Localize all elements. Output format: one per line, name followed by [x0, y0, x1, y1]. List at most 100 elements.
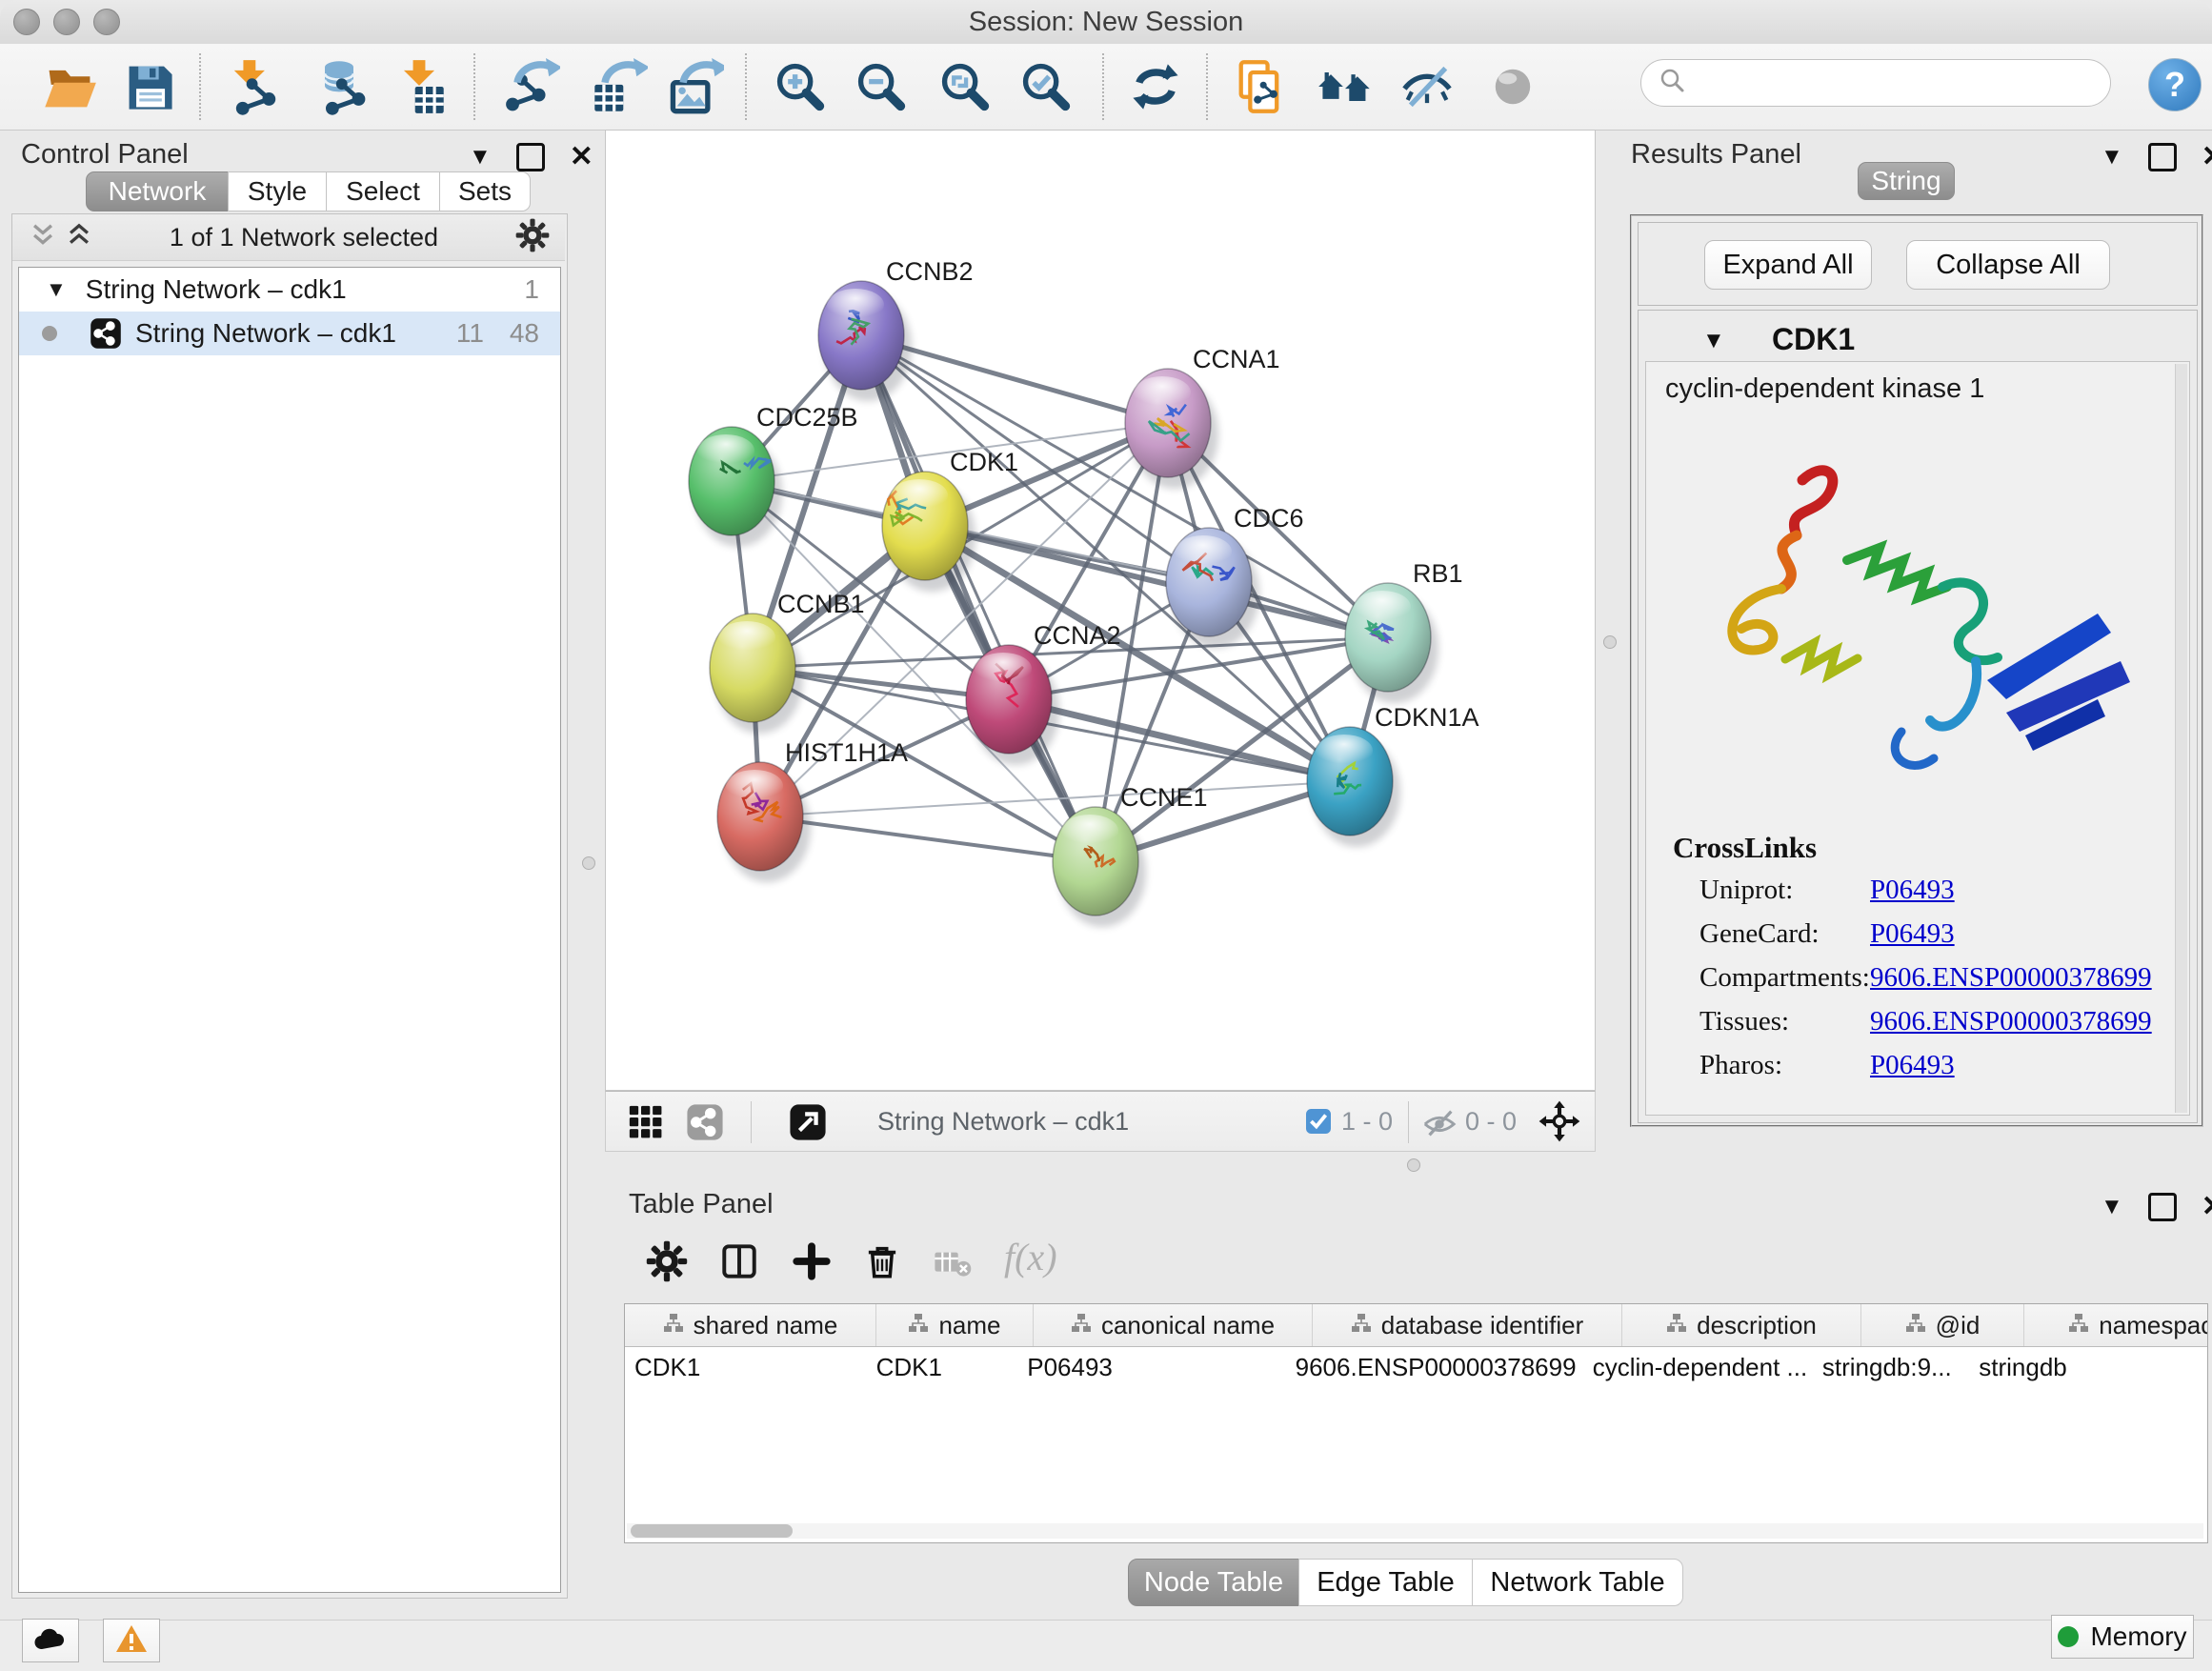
network-status-dot — [42, 326, 57, 341]
column-header-description[interactable]: description — [1622, 1304, 1861, 1346]
network-view-title: String Network – cdk1 — [877, 1107, 1129, 1137]
network-node-ccna2[interactable]: CCNA2 — [966, 621, 1121, 765]
network-label: String Network – cdk1 — [135, 318, 396, 349]
export-image-icon[interactable] — [667, 58, 724, 115]
table-row[interactable]: CDK1CDK1P064939606.ENSP00000378699cyclin… — [625, 1346, 2207, 1386]
collapse-all-chevrons-icon[interactable] — [30, 222, 56, 253]
panel-menu-icon[interactable]: ▼ — [2101, 144, 2123, 171]
node-table[interactable]: shared namenamecanonical namedatabase id… — [624, 1303, 2208, 1543]
panel-close-icon[interactable]: ✕ — [570, 146, 593, 169]
results-panel-controls: ▼ ✕ — [2101, 143, 2212, 171]
network-row-selected[interactable]: String Network – cdk1 11 48 — [19, 312, 560, 355]
column-header-name[interactable]: name — [876, 1304, 1034, 1346]
panel-float-icon[interactable] — [2148, 1193, 2177, 1221]
crosslink-link[interactable]: P06493 — [1870, 918, 1955, 950]
selected-checkbox-icon[interactable] — [1306, 1109, 1331, 1134]
column-header-canonical-name[interactable]: canonical name — [1034, 1304, 1313, 1346]
column-type-icon — [1071, 1311, 1092, 1340]
control-panel-title: Control Panel — [21, 139, 189, 171]
gear-icon[interactable] — [515, 218, 550, 257]
import-table-icon[interactable] — [391, 58, 448, 115]
tab-network[interactable]: Network — [86, 171, 229, 211]
expand-all-button[interactable]: Expand All — [1704, 240, 1872, 290]
zoom-in-icon[interactable] — [772, 58, 829, 115]
toolbar-separator — [745, 53, 747, 120]
tree-collapse-icon[interactable]: ▼ — [46, 277, 67, 302]
open-in-window-icon[interactable] — [789, 1103, 827, 1141]
network-node-ccna1[interactable]: CCNA1 — [1125, 345, 1280, 489]
table-horizontal-scrollbar[interactable] — [627, 1523, 2203, 1539]
crosslink-link[interactable]: P06493 — [1870, 1050, 1955, 1081]
panel-close-icon[interactable]: ✕ — [2202, 146, 2212, 169]
panel-float-icon[interactable] — [2148, 143, 2177, 171]
table-cell: cyclin-dependent ... — [1583, 1346, 1813, 1386]
network-canvas[interactable]: CCNB2 CCNA1 CDC25B CDK1 CDC6 — [605, 130, 1596, 1091]
open-session-icon[interactable] — [41, 58, 98, 115]
crosslink-link[interactable]: 9606.ENSP00000378699 — [1870, 1006, 2152, 1037]
tab-style[interactable]: Style — [228, 171, 327, 211]
column-header-@id[interactable]: @id — [1861, 1304, 2024, 1346]
column-header-namespace[interactable]: namespace — [2024, 1304, 2208, 1346]
horizontal-splitter-handle[interactable] — [1407, 1158, 1420, 1172]
column-header-database-identifier[interactable]: database identifier — [1313, 1304, 1622, 1346]
refresh-layout-icon[interactable] — [1127, 58, 1184, 115]
import-network-database-icon[interactable] — [311, 58, 368, 115]
export-table-icon[interactable] — [591, 58, 648, 115]
network-node-ccnb1[interactable]: CCNB1 — [710, 590, 865, 734]
save-session-icon[interactable] — [121, 58, 178, 115]
network-thumbnail-icon[interactable] — [686, 1103, 724, 1141]
grid-view-icon[interactable] — [627, 1103, 665, 1141]
memory-button[interactable]: Memory — [2051, 1615, 2194, 1659]
tab-node-table[interactable]: Node Table — [1128, 1559, 1299, 1606]
tab-select[interactable]: Select — [326, 171, 440, 211]
panel-menu-icon[interactable]: ▼ — [469, 144, 492, 171]
show-all-icon[interactable] — [1484, 58, 1541, 115]
add-column-icon[interactable] — [791, 1240, 833, 1282]
network-node-rb1[interactable]: RB1 — [1345, 559, 1463, 703]
pan-crosshair-icon[interactable] — [1538, 1099, 1581, 1148]
column-type-icon — [1666, 1311, 1687, 1340]
scrollbar-thumb[interactable] — [631, 1524, 793, 1538]
network-node-ccnb2[interactable]: CCNB2 — [818, 257, 974, 401]
network-node-cdkn1a[interactable]: CDKN1A — [1307, 703, 1479, 847]
node-label: CCNE1 — [1120, 783, 1208, 812]
warnings-button[interactable] — [103, 1619, 160, 1662]
zoom-fit-icon[interactable] — [936, 58, 994, 115]
panel-close-icon[interactable]: ✕ — [2202, 1196, 2212, 1218]
export-network-icon[interactable] — [503, 58, 560, 115]
vertical-splitter-handle[interactable] — [582, 856, 595, 870]
expand-all-chevrons-icon[interactable] — [66, 222, 92, 253]
neighbors-houses-icon[interactable] — [1317, 58, 1374, 115]
string-document-icon[interactable] — [1231, 58, 1288, 115]
search-input[interactable] — [1640, 59, 2111, 107]
section-collapse-icon[interactable]: ▼ — [1702, 328, 1725, 354]
results-tab-string[interactable]: String — [1858, 162, 1955, 200]
delete-column-trash-icon[interactable] — [861, 1240, 903, 1282]
show-columns-icon[interactable] — [718, 1240, 760, 1282]
column-header-shared-name[interactable]: shared name — [625, 1304, 876, 1346]
crosslink-label: GeneCard: — [1699, 918, 1820, 950]
hidden-eye-slash-icon[interactable] — [1421, 1105, 1458, 1146]
toolbar-separator — [751, 1101, 752, 1143]
tab-sets[interactable]: Sets — [439, 171, 531, 211]
crosslink-link[interactable]: 9606.ENSP00000378699 — [1870, 962, 2152, 994]
table-settings-gear-icon[interactable] — [646, 1240, 688, 1282]
tab-edge-table[interactable]: Edge Table — [1298, 1559, 1473, 1606]
zoom-out-icon[interactable] — [853, 58, 910, 115]
node-label: CDC25B — [756, 403, 858, 432]
panel-float-icon[interactable] — [516, 143, 545, 171]
zoom-selected-icon[interactable] — [1017, 58, 1075, 115]
network-collection-row[interactable]: ▼ String Network – cdk1 1 — [19, 268, 560, 312]
crosslink-link[interactable]: P06493 — [1870, 875, 1955, 906]
collapse-all-button[interactable]: Collapse All — [1906, 240, 2110, 290]
network-node-ccne1[interactable]: CCNE1 — [1053, 783, 1208, 927]
help-button[interactable]: ? — [2148, 58, 2202, 111]
cloud-status-button[interactable] — [22, 1619, 79, 1662]
tab-network-table[interactable]: Network Table — [1472, 1559, 1683, 1606]
panel-menu-icon[interactable]: ▼ — [2101, 1194, 2123, 1220]
import-network-icon[interactable] — [223, 58, 280, 115]
results-scrollbar[interactable] — [2175, 364, 2187, 1113]
vertical-splitter-handle[interactable] — [1603, 635, 1617, 649]
node-label: CDC6 — [1234, 504, 1304, 533]
hide-selected-icon[interactable] — [1398, 58, 1456, 115]
